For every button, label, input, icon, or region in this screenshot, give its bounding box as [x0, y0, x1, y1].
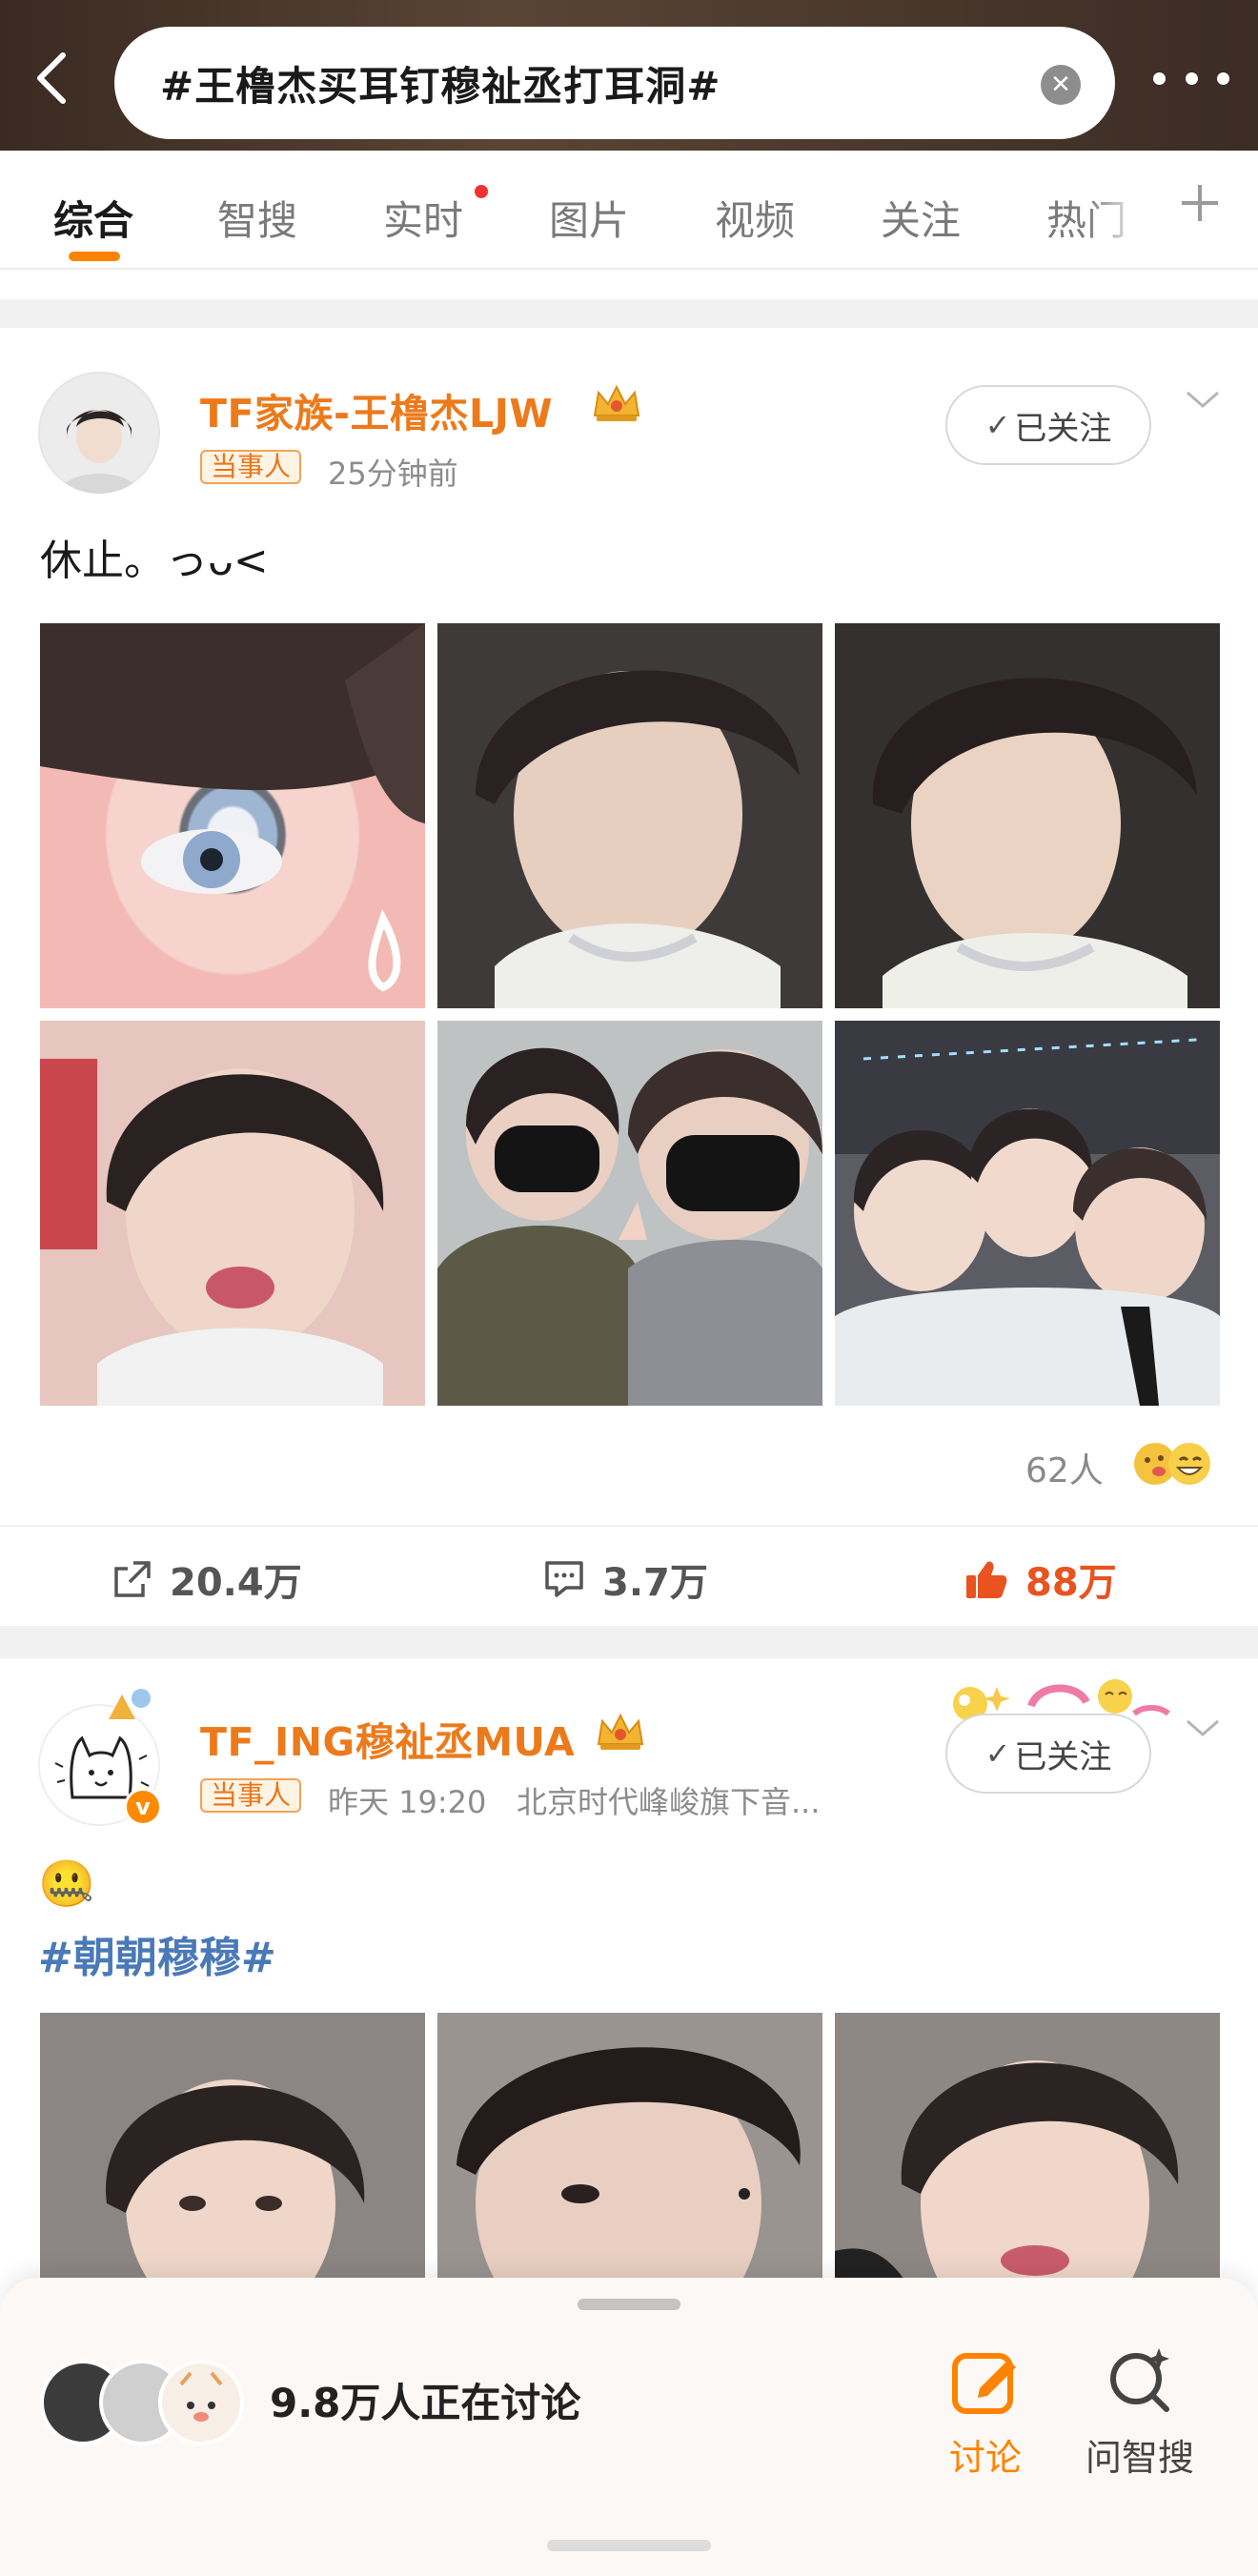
- edit-icon: [952, 2353, 1016, 2414]
- repost-button[interactable]: 20.4万: [112, 1552, 302, 1607]
- tab-pictures[interactable]: 图片: [549, 189, 629, 247]
- discussion-count: 9.8万人正在讨论: [270, 2380, 581, 2426]
- check-icon: ✓: [984, 407, 1011, 443]
- post-time: 25分钟前: [328, 456, 458, 492]
- username[interactable]: TF家族-王橹杰LJW: [200, 381, 553, 438]
- participant-avatar: [158, 2360, 244, 2445]
- search-query[interactable]: #王橹杰买耳钉穆祉丞打耳洞#: [160, 54, 720, 112]
- comment-icon: [545, 1561, 583, 1597]
- reaction-emoji-icon: [1134, 1443, 1210, 1485]
- status-badge: 当事人: [200, 1778, 302, 1813]
- verified-icon: v: [124, 1788, 162, 1826]
- comment-count: 3.7万: [602, 1561, 708, 1605]
- back-arrow-icon[interactable]: [29, 50, 76, 107]
- home-indicator: [547, 2540, 711, 2551]
- post-image[interactable]: [835, 623, 1220, 1008]
- follow-label: 已关注: [1014, 1737, 1112, 1776]
- more-icon[interactable]: [1153, 67, 1229, 90]
- crown-icon: [593, 384, 640, 421]
- tab-realtime[interactable]: 实时: [383, 189, 463, 247]
- tab-following[interactable]: 关注: [881, 189, 961, 247]
- decoration-icon: [109, 1689, 151, 1719]
- avatar[interactable]: [38, 372, 160, 494]
- post-actions: 20.4万 3.7万 88万: [0, 1525, 1258, 1625]
- post-image[interactable]: [437, 623, 822, 1008]
- clear-icon[interactable]: ✕: [1041, 65, 1081, 105]
- chevron-down-icon[interactable]: [1184, 1717, 1222, 1740]
- ask-label: 问智搜: [1085, 2437, 1194, 2479]
- comment-button[interactable]: 3.7万: [543, 1552, 708, 1607]
- check-icon: ✓: [984, 1735, 1011, 1772]
- share-icon: [114, 1561, 151, 1597]
- like-button[interactable]: 88万: [964, 1552, 1117, 1607]
- follow-label: 已关注: [1014, 409, 1112, 448]
- page: #王橹杰买耳钉穆祉丞打耳洞# ✕ 综合 智搜 实时 图片 视频 关注 热门 TF…: [0, 0, 1258, 2576]
- search-bar[interactable]: #王橹杰买耳钉穆祉丞打耳洞# ✕: [114, 27, 1115, 139]
- tab-smart-search[interactable]: 智搜: [217, 189, 297, 247]
- divider: [0, 299, 1258, 328]
- hashtag-link[interactable]: #朝朝穆穆#: [38, 1923, 276, 1984]
- post-text: 休止。っᴗ<: [40, 537, 269, 585]
- post-image[interactable]: [40, 2013, 425, 2289]
- follow-button[interactable]: ✓ 已关注: [945, 385, 1151, 465]
- thumbs-up-icon: [966, 1561, 1007, 1598]
- post-emoji: 🤐: [38, 1857, 95, 1911]
- post-image[interactable]: [835, 1021, 1220, 1406]
- smart-search-icon: [1110, 2348, 1169, 2412]
- post-image[interactable]: [40, 1021, 425, 1406]
- discussion-sheet[interactable]: 9.8万人正在讨论 讨论 问智搜: [0, 2278, 1258, 2576]
- tab-bar: 综合 智搜 实时 图片 视频 关注 热门: [0, 151, 1258, 270]
- add-tab-icon[interactable]: [1178, 181, 1222, 225]
- discuss-button[interactable]: 讨论: [919, 2344, 1052, 2481]
- post-image[interactable]: [40, 623, 425, 1008]
- divider: [0, 1626, 1258, 1658]
- post-time: 昨天 19:20: [328, 1784, 487, 1820]
- active-tab-indicator: [69, 252, 120, 261]
- tab-fade: [1086, 152, 1144, 257]
- tab-videos[interactable]: 视频: [715, 189, 795, 247]
- post-image[interactable]: [835, 2013, 1220, 2289]
- top-bar: #王橹杰买耳钉穆祉丞打耳洞# ✕: [0, 0, 1258, 151]
- post-image[interactable]: [437, 1021, 822, 1406]
- new-content-dot: [475, 185, 488, 198]
- repost-count: 20.4万: [170, 1561, 302, 1605]
- crown-icon: [597, 1713, 644, 1750]
- like-count: 88万: [1025, 1561, 1117, 1605]
- follow-button[interactable]: ✓ 已关注: [945, 1714, 1151, 1794]
- reaction-count[interactable]: 62人: [1025, 1443, 1104, 1492]
- discuss-label: 讨论: [948, 2437, 1022, 2479]
- tab-comprehensive[interactable]: 综合: [53, 189, 133, 247]
- ask-smart-search-button[interactable]: 问智搜: [1073, 2344, 1207, 2481]
- username[interactable]: TF_ING穆祉丞MUA: [200, 1710, 575, 1767]
- status-badge: 当事人: [200, 450, 302, 484]
- chevron-down-icon[interactable]: [1184, 389, 1222, 412]
- post-image[interactable]: [437, 2013, 822, 2289]
- drag-handle[interactable]: [578, 2299, 680, 2310]
- post-source: 北京时代峰峻旗下音...: [517, 1784, 821, 1820]
